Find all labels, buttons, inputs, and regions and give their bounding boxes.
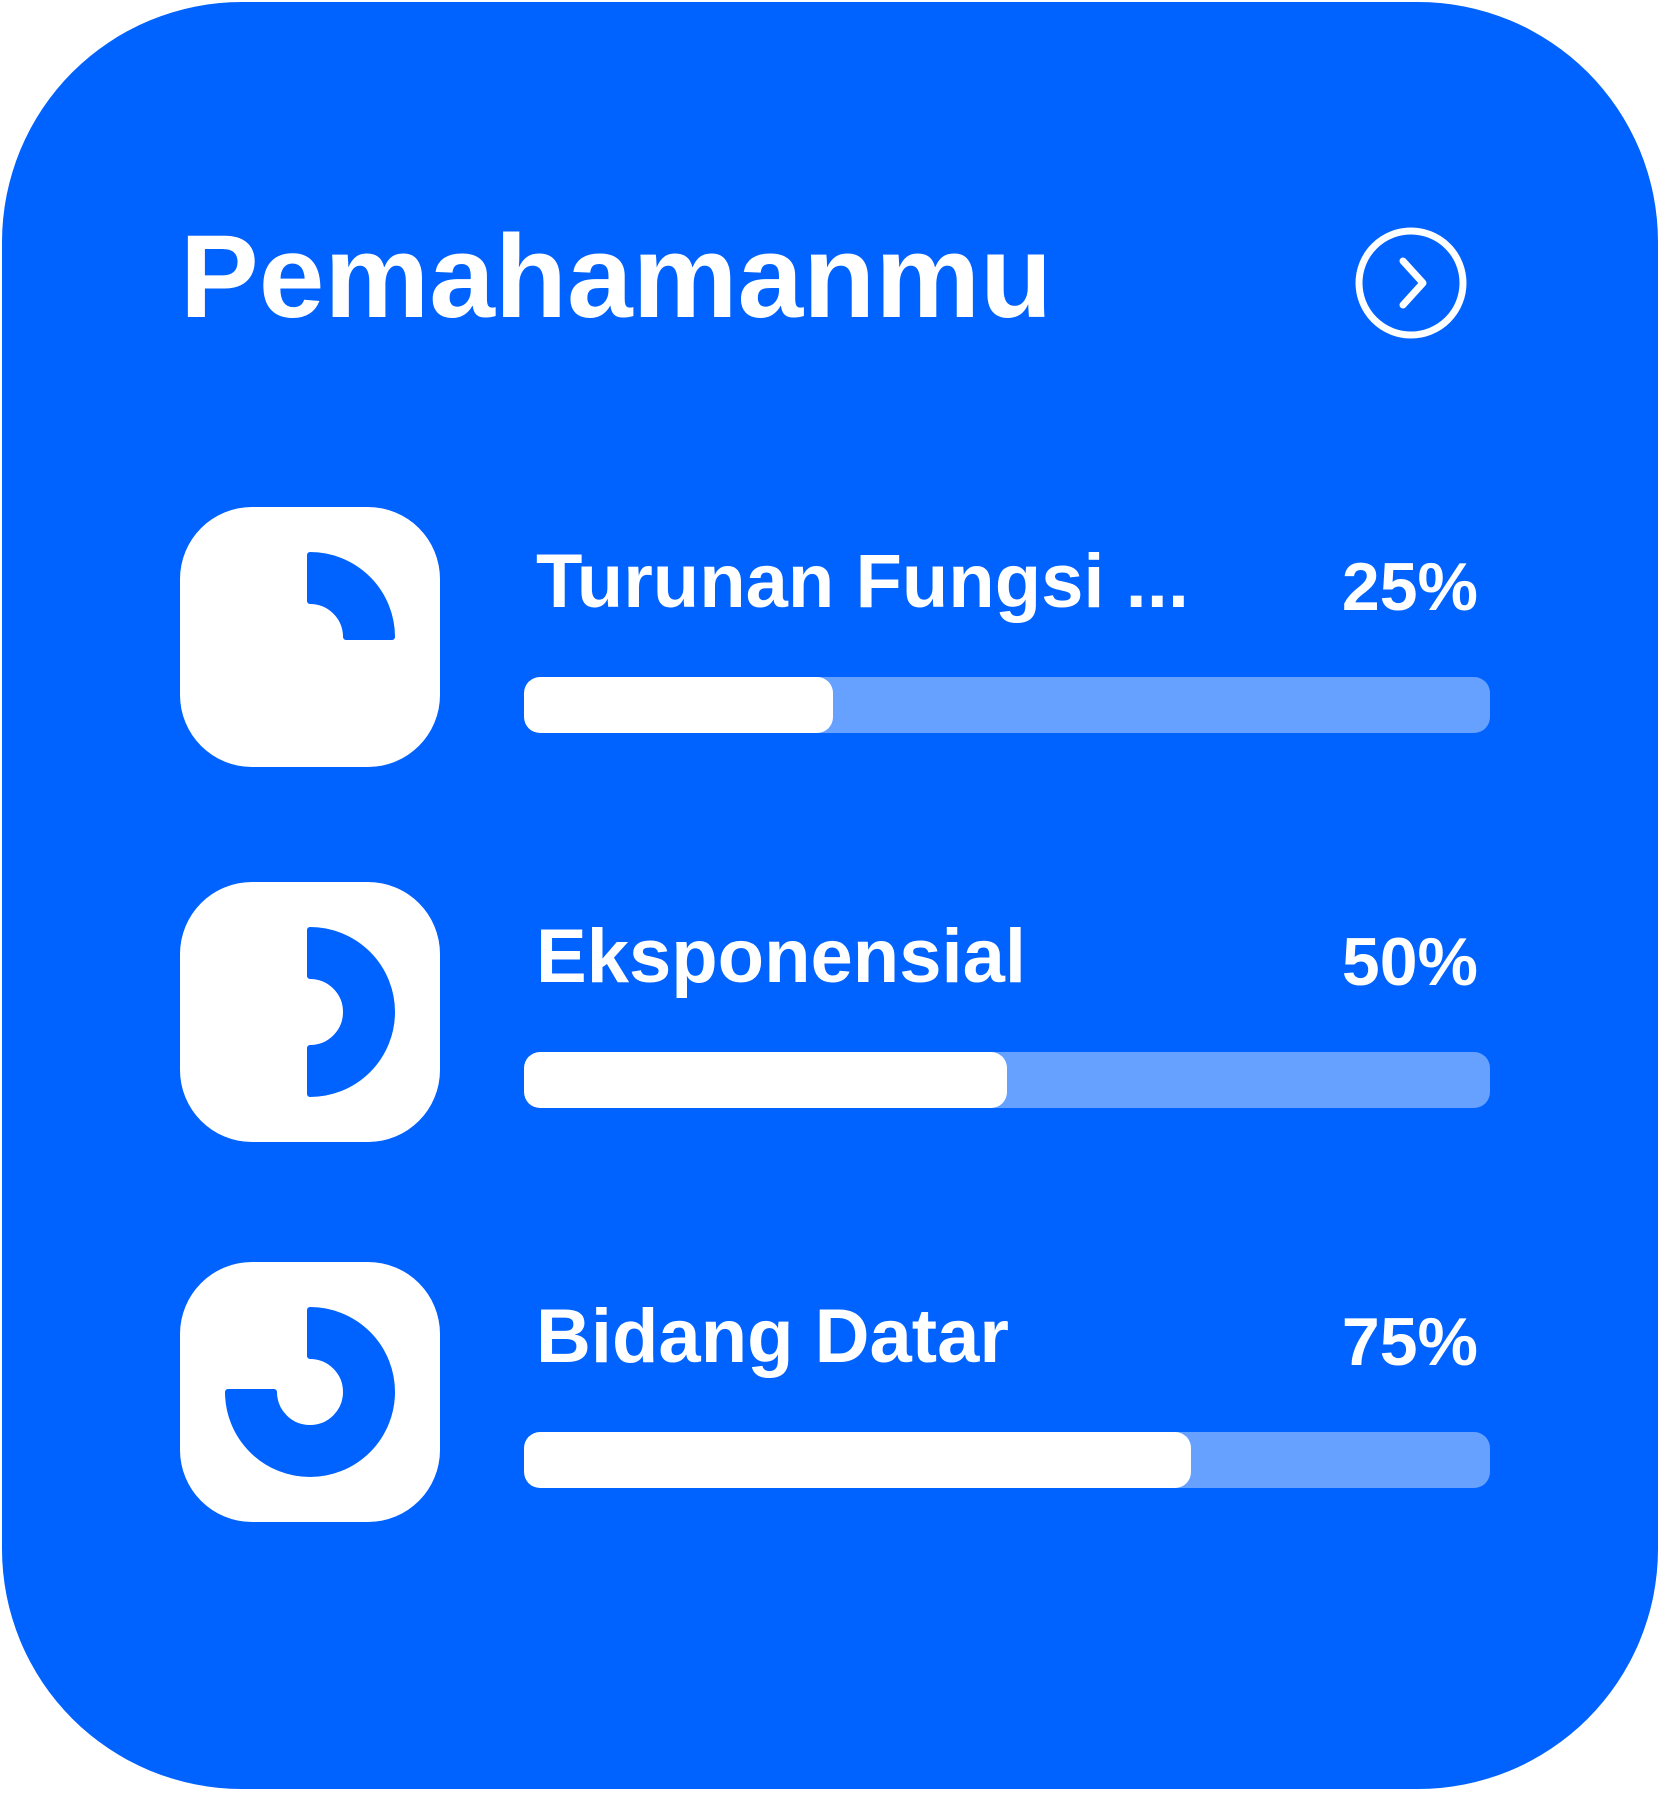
progress-track	[524, 677, 1490, 733]
quarter-pie-icon	[307, 552, 395, 640]
topic-name: Turunan Fungsi ...	[536, 539, 1189, 624]
topic-icon-tile	[180, 882, 440, 1142]
progress-fill	[524, 1432, 1191, 1488]
topic-name: Eksponensial	[536, 914, 1026, 999]
topic-row[interactable]: Bidang Datar 75%	[180, 1262, 1490, 1522]
progress-track	[524, 1432, 1490, 1488]
topic-percent: 75%	[1341, 1304, 1478, 1380]
progress-fill	[524, 677, 834, 733]
chevron-right-circle-icon	[1355, 227, 1467, 339]
topic-icon-tile	[180, 1262, 440, 1522]
three-quarter-pie-icon	[225, 1307, 395, 1477]
topic-icon-tile	[180, 507, 440, 767]
half-pie-icon	[307, 927, 395, 1097]
topic-row[interactable]: Turunan Fungsi ... 25%	[180, 507, 1490, 767]
topic-name: Bidang Datar	[536, 1294, 1009, 1379]
progress-track	[524, 1052, 1490, 1108]
progress-fill	[524, 1052, 1007, 1108]
topic-percent: 25%	[1341, 549, 1478, 625]
understanding-card: Pemahamanmu Turunan Fungsi ... 25% Ekspo…	[2, 2, 1658, 1789]
topic-row[interactable]: Eksponensial 50%	[180, 882, 1490, 1142]
card-title: Pemahamanmu	[180, 211, 1053, 343]
next-button[interactable]	[1355, 227, 1467, 339]
topic-percent: 50%	[1341, 924, 1478, 1000]
